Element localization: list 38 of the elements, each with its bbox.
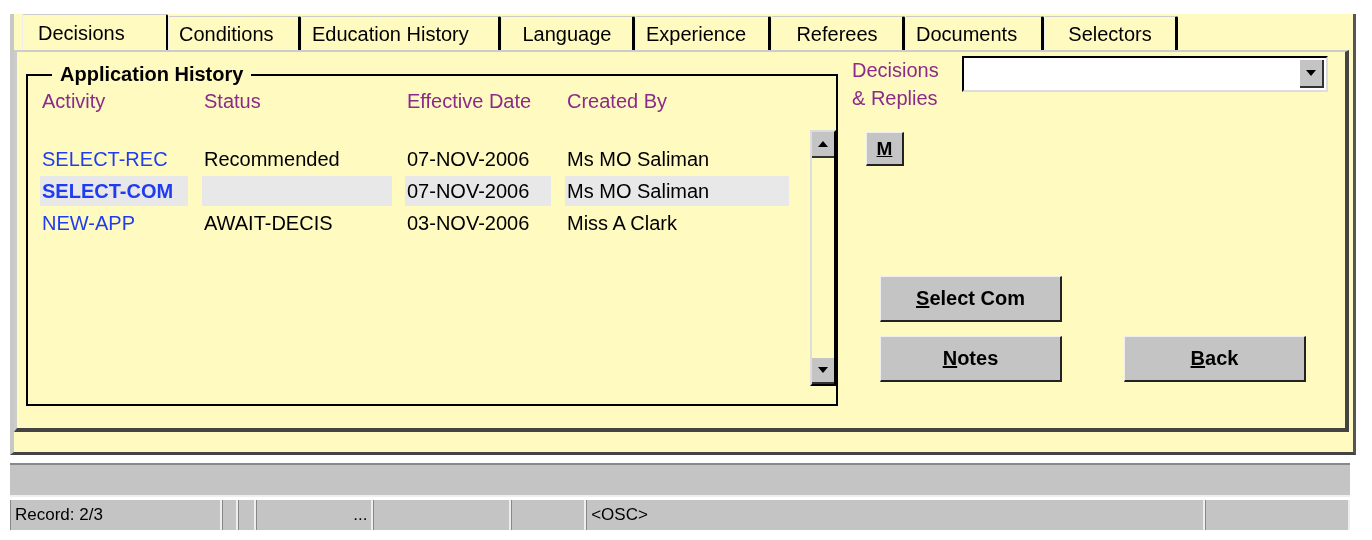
column-header: Effective Date — [406, 90, 533, 114]
table-cell[interactable]: NEW-APP — [40, 208, 202, 238]
table-cell[interactable]: SELECT-REC — [40, 144, 202, 174]
table-cell-text: Recommended — [203, 147, 341, 172]
m-button[interactable]: M — [866, 132, 904, 166]
table-cell[interactable]: SELECT-COM — [40, 176, 188, 206]
select-com-button[interactable]: Select Com — [880, 276, 1062, 322]
table-cell-text: 03-NOV-2006 — [406, 211, 531, 236]
notes-button[interactable]: Notes — [880, 336, 1062, 382]
decisions-label: Decisions & Replies — [852, 58, 940, 111]
tab[interactable]: Referees — [771, 16, 905, 50]
back-button[interactable]: Back — [1124, 336, 1306, 382]
column-header: Created By — [566, 90, 669, 114]
status-field: Record: 2/3 — [10, 500, 222, 530]
table-cell: 07-NOV-2006 — [405, 176, 551, 206]
table-cell-text: 07-NOV-2006 — [406, 147, 531, 172]
scroll-up-icon[interactable] — [812, 132, 834, 158]
tab[interactable]: Selectors — [1044, 16, 1178, 50]
tab[interactable]: Documents — [905, 16, 1044, 50]
table-cell: Ms MO Saliman — [565, 176, 789, 206]
scrollbar[interactable] — [810, 130, 836, 386]
status-field — [221, 500, 238, 530]
table-cell-text: Miss A Clark — [566, 211, 679, 236]
tab[interactable]: Experience — [635, 16, 771, 50]
table-cell-text: AWAIT-DECIS — [203, 211, 334, 236]
column-header: Activity — [41, 90, 107, 114]
tab[interactable]: Education History — [301, 16, 501, 50]
tab[interactable]: Conditions — [168, 16, 301, 50]
group-title: Application History — [52, 63, 252, 86]
table-cell-text: Ms MO Saliman — [566, 147, 711, 172]
tab[interactable]: Decisions — [22, 14, 168, 50]
status-field: ... — [255, 500, 374, 530]
scroll-down-icon[interactable] — [812, 358, 834, 384]
status-field — [237, 500, 256, 530]
status-field: <OSC> — [586, 500, 1206, 530]
tab[interactable]: Language — [501, 16, 635, 50]
column-header: Status — [203, 90, 262, 114]
decisions-dropdown[interactable] — [962, 56, 1328, 92]
